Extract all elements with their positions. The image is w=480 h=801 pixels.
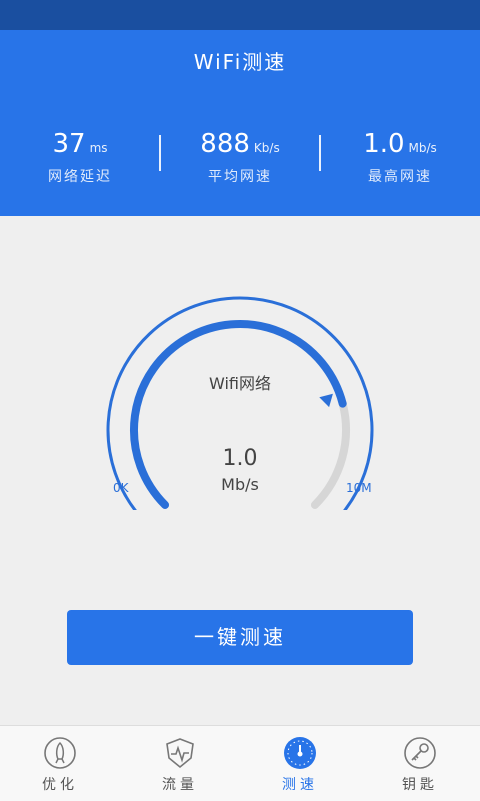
tab-optimize-label: 优化 [42,777,78,793]
gauge-pointer-icon [319,393,333,408]
current-speed-value: 1.0 [222,446,258,471]
page-title: WiFi测速 [193,50,287,74]
latency-unit: ms [89,141,108,155]
gauge-min-label: 0K [113,481,129,495]
max-speed-unit: Mb/s [408,141,437,155]
current-speed-unit: Mb/s [221,475,259,494]
gauge-max-label: 10M [346,481,372,495]
speedometer-icon [284,737,316,769]
header: WiFi测速 37 ms 网络延迟 888 Kb/s 平均网速 1.0 Mb/s 最高… [0,30,480,216]
average-speed-label: 平均网速 [208,169,272,185]
tab-speed-test[interactable]: 测速 [240,726,360,801]
pulse-shield-icon [166,738,194,769]
stat-max-speed: 1.0 Mb/s 最高网速 [320,130,480,186]
average-speed-value: 888 [200,129,250,159]
tab-optimize[interactable]: 优化 [0,726,120,801]
latency-label: 网络延迟 [48,169,112,185]
stat-average-speed: 888 Kb/s 平均网速 [160,130,320,186]
stat-latency: 37 ms 网络延迟 [0,130,160,186]
tab-traffic[interactable]: 流量 [120,726,240,801]
tab-traffic-label: 流量 [162,777,198,793]
rocket-icon [44,737,76,769]
max-speed-label: 最高网速 [368,169,432,185]
start-speed-test-button[interactable]: 一键测速 [67,610,413,665]
tab-key-label: 钥匙 [402,777,438,793]
status-bar [0,0,480,30]
latency-value: 37 [52,129,86,159]
tab-speed-test-label: 测速 [282,777,318,793]
max-speed-value: 1.0 [363,129,405,159]
network-type-label: Wifi网络 [209,374,271,393]
average-speed-unit: Kb/s [253,141,280,155]
tab-key[interactable]: 钥匙 [360,726,480,801]
key-icon [404,737,436,769]
bottom-tab-bar: 优化 流量 测速 钥匙 [0,725,480,801]
